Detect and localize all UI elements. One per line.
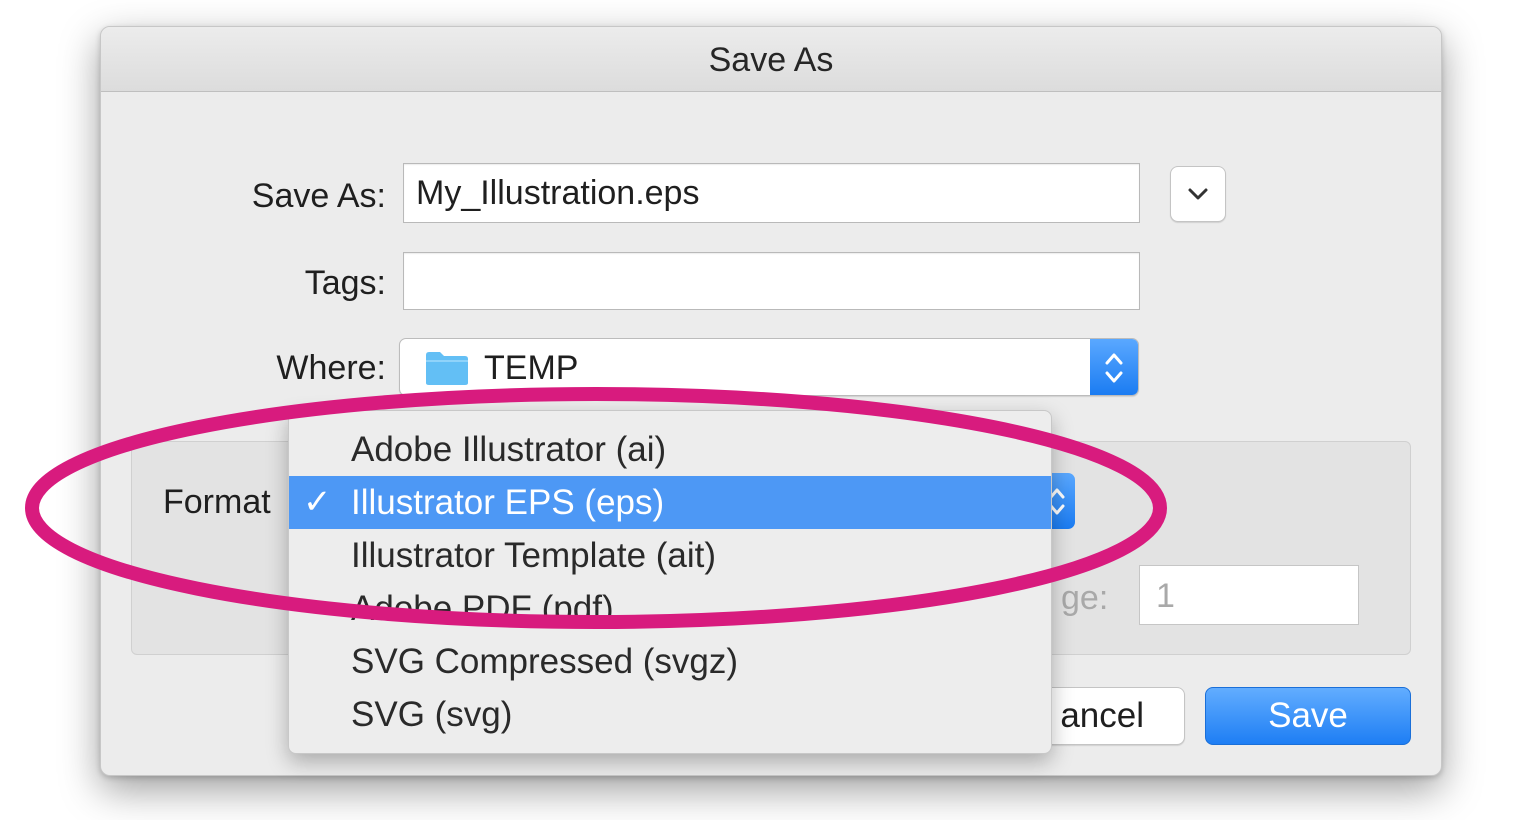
menu-item-label: SVG Compressed (svgz) — [351, 642, 739, 681]
format-label: Format — [163, 483, 271, 521]
menu-item-ai[interactable]: Adobe Illustrator (ai) — [289, 423, 1051, 476]
chevron-down-icon — [1188, 188, 1208, 200]
menu-item-label: Illustrator Template (ait) — [351, 536, 717, 575]
format-dropdown-menu: Adobe Illustrator (ai) ✓ Illustrator EPS… — [288, 410, 1052, 754]
page-range-input[interactable]: 1 — [1139, 565, 1359, 625]
where-popup-button[interactable]: TEMP — [399, 338, 1139, 396]
menu-item-label: SVG (svg) — [351, 695, 513, 734]
filename-input[interactable]: My_Illustration.eps — [403, 163, 1140, 223]
menu-item-ait[interactable]: Illustrator Template (ait) — [289, 529, 1051, 582]
where-label: Where: — [276, 349, 386, 387]
where-value: TEMP — [484, 349, 579, 387]
dialog-title: Save As — [101, 27, 1441, 92]
up-down-chevron-icon — [1105, 353, 1123, 383]
tags-input[interactable] — [403, 252, 1140, 310]
save-as-label: Save As: — [251, 177, 386, 215]
range-label: ge: — [1061, 579, 1109, 617]
expand-dialog-button[interactable] — [1170, 166, 1226, 222]
menu-item-label: Illustrator EPS (eps) — [351, 483, 665, 522]
menu-item-pdf[interactable]: Adobe PDF (pdf) — [289, 582, 1051, 635]
menu-item-label: Adobe Illustrator (ai) — [351, 430, 667, 469]
menu-item-svg[interactable]: SVG (svg) — [289, 688, 1051, 741]
where-stepper[interactable] — [1090, 339, 1138, 395]
menu-item-eps[interactable]: ✓ Illustrator EPS (eps) — [289, 476, 1051, 529]
menu-item-label: Adobe PDF (pdf) — [351, 589, 614, 628]
save-button[interactable]: Save — [1205, 687, 1411, 745]
tags-label: Tags: — [304, 264, 386, 302]
menu-item-svgz[interactable]: SVG Compressed (svgz) — [289, 635, 1051, 688]
folder-icon — [426, 352, 468, 385]
checkmark-icon: ✓ — [303, 483, 332, 521]
